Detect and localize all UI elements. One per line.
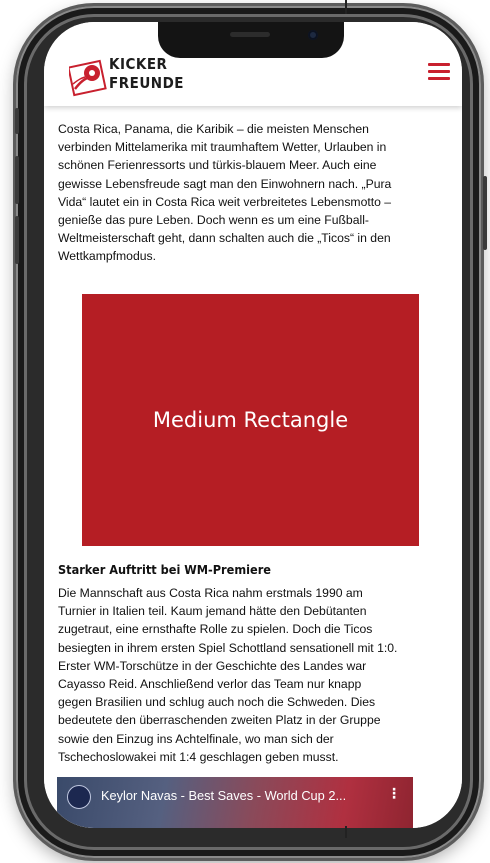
cursor-guide-line [345, 0, 347, 14]
more-options-icon[interactable]: ⋮ [387, 786, 401, 802]
cursor-guide-line [345, 826, 347, 838]
ad-label: Medium Rectangle [152, 408, 349, 432]
channel-avatar[interactable] [67, 785, 91, 809]
front-camera [308, 30, 318, 40]
video-title[interactable]: Keylor Navas - Best Saves - World Cup 2.… [101, 788, 346, 803]
speaker-grille [230, 32, 270, 37]
article-intro: Costa Rica, Panama, die Karibik – die me… [58, 122, 392, 264]
section-body: Die Mannschaft aus Costa Rica nahm erstm… [58, 586, 398, 764]
ad-medium-rectangle[interactable]: Medium Rectangle [82, 294, 419, 546]
phone-side-button-volume-up [15, 156, 19, 204]
phone-screen: KICKER FREUNDE Costa Rica, Panama, die K… [44, 22, 462, 828]
article-content: Costa Rica, Panama, die Karibik – die me… [44, 106, 462, 828]
brand-name-line2: FREUNDE [109, 74, 185, 92]
section-heading: Starker Auftritt bei WM-Premiere [58, 562, 271, 577]
hamburger-menu-icon[interactable] [428, 63, 450, 81]
brand-name-line1: KICKER [109, 55, 168, 73]
phone-notch [158, 22, 344, 58]
phone-side-button-silent [15, 108, 19, 134]
soccer-ball-icon [69, 59, 107, 97]
brand-name: KICKER FREUNDE [109, 55, 184, 93]
brand-logo[interactable]: KICKER FREUNDE [69, 55, 184, 101]
phone-side-button-volume-down [15, 216, 19, 264]
phone-side-button-power [483, 176, 487, 250]
video-embed[interactable]: Keylor Navas - Best Saves - World Cup 2.… [57, 777, 413, 828]
